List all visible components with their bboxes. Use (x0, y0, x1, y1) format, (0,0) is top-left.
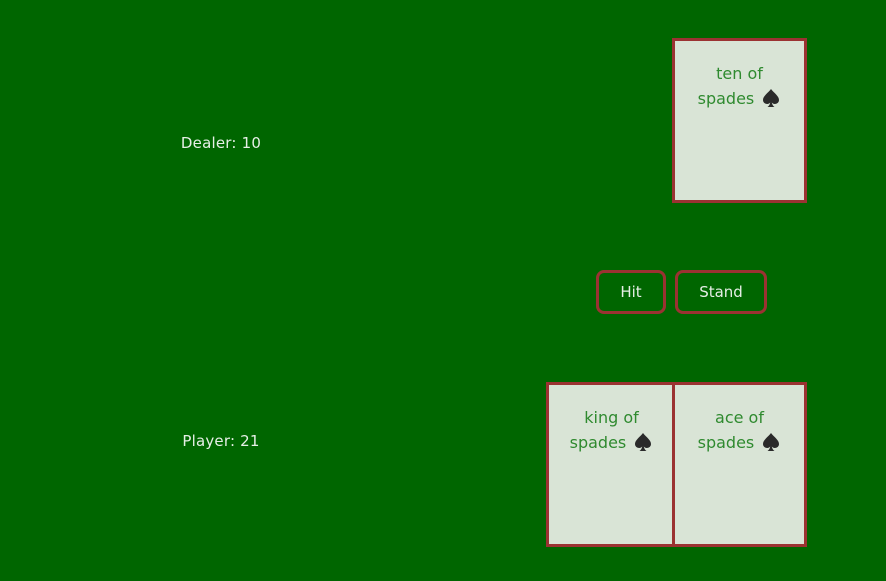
dealer-card-ten-of-spades: ten of spades (672, 38, 807, 203)
blackjack-table: Dealer: 10 ten of spades Hit Stand Playe… (0, 0, 886, 581)
spade-icon (761, 432, 781, 452)
hit-button[interactable]: Hit (596, 270, 666, 314)
spade-icon (633, 432, 653, 452)
card-rank-text: ace of (715, 408, 764, 427)
card-rank-text: ten of (716, 64, 763, 83)
player-card-king-of-spades: king of spades (546, 382, 677, 547)
dealer-score: Dealer: 10 (180, 134, 262, 152)
card-suit-text: spades (569, 433, 627, 452)
player-score: Player: 21 (182, 432, 260, 450)
card-suit-text: spades (697, 433, 755, 452)
stand-button[interactable]: Stand (675, 270, 767, 314)
action-controls: Hit Stand (596, 270, 767, 314)
dealer-hand: ten of spades (672, 38, 807, 203)
card-suit-text: spades (697, 89, 755, 108)
player-card-ace-of-spades: ace of spades (672, 382, 807, 547)
card-rank-text: king of (584, 408, 639, 427)
player-hand: king of spades ace of spades (546, 382, 807, 547)
spade-icon (761, 88, 781, 108)
